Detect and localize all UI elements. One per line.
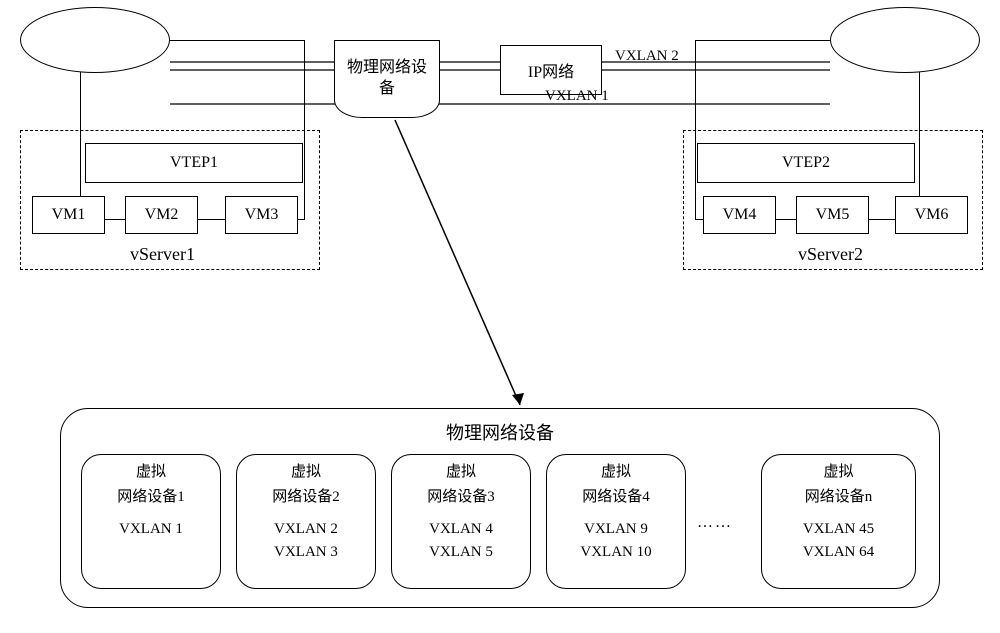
- vdev-1: 虚拟 网络设备1 VXLAN 1: [81, 454, 221, 589]
- vdev-2-line-2: VXLAN 3: [237, 541, 375, 564]
- vdev-3: 虚拟 网络设备3 VXLAN 4 VXLAN 5: [391, 454, 531, 589]
- phys-device-label-2: 备: [379, 79, 395, 100]
- vm1-label: VM1: [52, 206, 86, 224]
- vm2-box: VM2: [125, 196, 198, 234]
- vdev-2-name-1: 虚拟: [237, 461, 375, 484]
- phys-device-label-1: 物理网络设: [347, 58, 427, 79]
- phys-device-top: 物理网络设 备: [334, 40, 440, 118]
- vm6-label: VM6: [915, 206, 949, 224]
- vm3-box: VM3: [225, 196, 298, 234]
- router-left: [20, 7, 170, 73]
- vdev-3-line-2: VXLAN 5: [392, 541, 530, 564]
- vtep1-box: VTEP1: [85, 143, 303, 183]
- vdev-2: 虚拟 网络设备2 VXLAN 2 VXLAN 3: [236, 454, 376, 589]
- vtep2-label: VTEP2: [782, 154, 830, 172]
- router-right: [830, 7, 980, 73]
- vdev-n-name-2: 网络设备n: [762, 486, 915, 509]
- vtep1-label: VTEP1: [170, 154, 218, 172]
- vdev-2-line-1: VXLAN 2: [237, 518, 375, 541]
- vserver1-label: vServer1: [130, 244, 195, 265]
- vxlan2-label: VXLAN 2: [615, 48, 679, 65]
- vdev-4-name-1: 虚拟: [547, 461, 685, 484]
- vserver2-label: vServer2: [798, 244, 863, 265]
- vm5-box: VM5: [796, 196, 869, 234]
- vdev-3-line-1: VXLAN 4: [392, 518, 530, 541]
- vtep2-box: VTEP2: [697, 143, 915, 183]
- vdev-1-line-1: VXLAN 1: [82, 518, 220, 541]
- phys-device-panel: 物理网络设备 虚拟 网络设备1 VXLAN 1 虚拟 网络设备2 VXLAN 2…: [60, 408, 940, 608]
- vm4-box: VM4: [703, 196, 776, 234]
- vdev-4: 虚拟 网络设备4 VXLAN 9 VXLAN 10: [546, 454, 686, 589]
- vdev-3-name-1: 虚拟: [392, 461, 530, 484]
- vdev-3-name-2: 网络设备3: [392, 486, 530, 509]
- vdev-4-name-2: 网络设备4: [547, 486, 685, 509]
- vm2-label: VM2: [145, 206, 179, 224]
- vm5-label: VM5: [816, 206, 850, 224]
- vdev-n-line-1: VXLAN 45: [762, 518, 915, 541]
- phys-device-panel-title: 物理网络设备: [61, 419, 939, 445]
- vdev-n-line-2: VXLAN 64: [762, 541, 915, 564]
- vdev-n: 虚拟 网络设备n VXLAN 45 VXLAN 64: [761, 454, 916, 589]
- vxlan1-label: VXLAN 1: [545, 88, 609, 105]
- vdev-ellipsis: ……: [697, 514, 733, 532]
- vm1-box: VM1: [32, 196, 105, 234]
- vdev-n-name-1: 虚拟: [762, 461, 915, 484]
- vm6-box: VM6: [895, 196, 968, 234]
- vdev-1-name-2: 网络设备1: [82, 486, 220, 509]
- vdev-4-line-1: VXLAN 9: [547, 518, 685, 541]
- vdev-4-line-2: VXLAN 10: [547, 541, 685, 564]
- vdev-2-name-2: 网络设备2: [237, 486, 375, 509]
- vm4-label: VM4: [723, 206, 757, 224]
- vm3-label: VM3: [245, 206, 279, 224]
- vdev-1-name-1: 虚拟: [82, 461, 220, 484]
- ip-network-label: IP网络: [528, 58, 574, 82]
